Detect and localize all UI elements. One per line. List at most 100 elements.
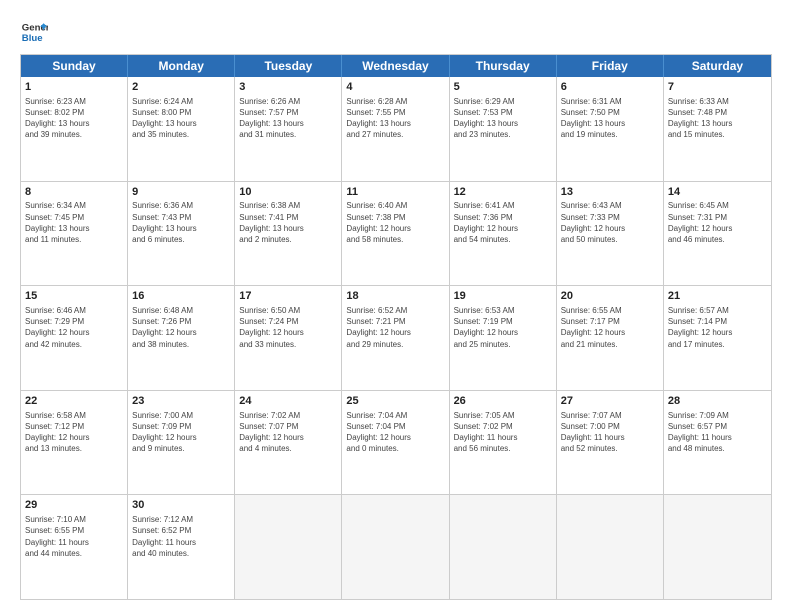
cell-info: Sunrise: 7:00 AMSunset: 7:09 PMDaylight:… — [132, 410, 230, 455]
cal-cell: 22Sunrise: 6:58 AMSunset: 7:12 PMDayligh… — [21, 391, 128, 495]
header-day-saturday: Saturday — [664, 55, 771, 77]
cal-cell — [450, 495, 557, 599]
cal-cell: 16Sunrise: 6:48 AMSunset: 7:26 PMDayligh… — [128, 286, 235, 390]
cell-info: Sunrise: 6:38 AMSunset: 7:41 PMDaylight:… — [239, 200, 337, 245]
week-row-4: 22Sunrise: 6:58 AMSunset: 7:12 PMDayligh… — [21, 391, 771, 496]
cal-cell — [342, 495, 449, 599]
day-number: 30 — [132, 498, 230, 513]
cell-info: Sunrise: 6:48 AMSunset: 7:26 PMDaylight:… — [132, 305, 230, 350]
cell-info: Sunrise: 7:02 AMSunset: 7:07 PMDaylight:… — [239, 410, 337, 455]
header-day-friday: Friday — [557, 55, 664, 77]
cell-info: Sunrise: 6:55 AMSunset: 7:17 PMDaylight:… — [561, 305, 659, 350]
day-number: 5 — [454, 80, 552, 95]
cell-info: Sunrise: 6:29 AMSunset: 7:53 PMDaylight:… — [454, 96, 552, 141]
day-number: 22 — [25, 394, 123, 409]
cal-cell: 15Sunrise: 6:46 AMSunset: 7:29 PMDayligh… — [21, 286, 128, 390]
cell-info: Sunrise: 7:05 AMSunset: 7:02 PMDaylight:… — [454, 410, 552, 455]
cal-cell — [557, 495, 664, 599]
calendar-body: 1Sunrise: 6:23 AMSunset: 8:02 PMDaylight… — [21, 77, 771, 599]
cal-cell: 13Sunrise: 6:43 AMSunset: 7:33 PMDayligh… — [557, 182, 664, 286]
cell-info: Sunrise: 6:23 AMSunset: 8:02 PMDaylight:… — [25, 96, 123, 141]
day-number: 29 — [25, 498, 123, 513]
header-day-thursday: Thursday — [450, 55, 557, 77]
cell-info: Sunrise: 6:26 AMSunset: 7:57 PMDaylight:… — [239, 96, 337, 141]
cal-cell: 9Sunrise: 6:36 AMSunset: 7:43 PMDaylight… — [128, 182, 235, 286]
cell-info: Sunrise: 7:09 AMSunset: 6:57 PMDaylight:… — [668, 410, 767, 455]
cal-cell — [235, 495, 342, 599]
cal-cell: 2Sunrise: 6:24 AMSunset: 8:00 PMDaylight… — [128, 77, 235, 181]
cell-info: Sunrise: 6:58 AMSunset: 7:12 PMDaylight:… — [25, 410, 123, 455]
day-number: 21 — [668, 289, 767, 304]
cell-info: Sunrise: 7:10 AMSunset: 6:55 PMDaylight:… — [25, 514, 123, 559]
day-number: 3 — [239, 80, 337, 95]
cell-info: Sunrise: 6:41 AMSunset: 7:36 PMDaylight:… — [454, 200, 552, 245]
cal-cell: 5Sunrise: 6:29 AMSunset: 7:53 PMDaylight… — [450, 77, 557, 181]
day-number: 16 — [132, 289, 230, 304]
cal-cell: 3Sunrise: 6:26 AMSunset: 7:57 PMDaylight… — [235, 77, 342, 181]
day-number: 23 — [132, 394, 230, 409]
day-number: 10 — [239, 185, 337, 200]
day-number: 26 — [454, 394, 552, 409]
cal-cell — [664, 495, 771, 599]
cal-cell: 27Sunrise: 7:07 AMSunset: 7:00 PMDayligh… — [557, 391, 664, 495]
cal-cell: 10Sunrise: 6:38 AMSunset: 7:41 PMDayligh… — [235, 182, 342, 286]
day-number: 28 — [668, 394, 767, 409]
cell-info: Sunrise: 6:33 AMSunset: 7:48 PMDaylight:… — [668, 96, 767, 141]
day-number: 12 — [454, 185, 552, 200]
cell-info: Sunrise: 6:31 AMSunset: 7:50 PMDaylight:… — [561, 96, 659, 141]
day-number: 24 — [239, 394, 337, 409]
header-day-wednesday: Wednesday — [342, 55, 449, 77]
cal-cell: 21Sunrise: 6:57 AMSunset: 7:14 PMDayligh… — [664, 286, 771, 390]
day-number: 13 — [561, 185, 659, 200]
cal-cell: 8Sunrise: 6:34 AMSunset: 7:45 PMDaylight… — [21, 182, 128, 286]
cell-info: Sunrise: 6:34 AMSunset: 7:45 PMDaylight:… — [25, 200, 123, 245]
cell-info: Sunrise: 6:50 AMSunset: 7:24 PMDaylight:… — [239, 305, 337, 350]
header: General Blue — [20, 18, 772, 46]
logo: General Blue — [20, 18, 52, 46]
cell-info: Sunrise: 6:45 AMSunset: 7:31 PMDaylight:… — [668, 200, 767, 245]
day-number: 17 — [239, 289, 337, 304]
cal-cell: 6Sunrise: 6:31 AMSunset: 7:50 PMDaylight… — [557, 77, 664, 181]
day-number: 18 — [346, 289, 444, 304]
cal-cell: 24Sunrise: 7:02 AMSunset: 7:07 PMDayligh… — [235, 391, 342, 495]
cal-cell: 18Sunrise: 6:52 AMSunset: 7:21 PMDayligh… — [342, 286, 449, 390]
calendar-header-row: SundayMondayTuesdayWednesdayThursdayFrid… — [21, 55, 771, 77]
day-number: 25 — [346, 394, 444, 409]
cell-info: Sunrise: 7:07 AMSunset: 7:00 PMDaylight:… — [561, 410, 659, 455]
cal-cell: 19Sunrise: 6:53 AMSunset: 7:19 PMDayligh… — [450, 286, 557, 390]
day-number: 8 — [25, 185, 123, 200]
day-number: 20 — [561, 289, 659, 304]
cell-info: Sunrise: 6:53 AMSunset: 7:19 PMDaylight:… — [454, 305, 552, 350]
cal-cell: 25Sunrise: 7:04 AMSunset: 7:04 PMDayligh… — [342, 391, 449, 495]
cal-cell: 1Sunrise: 6:23 AMSunset: 8:02 PMDaylight… — [21, 77, 128, 181]
day-number: 27 — [561, 394, 659, 409]
cell-info: Sunrise: 7:04 AMSunset: 7:04 PMDaylight:… — [346, 410, 444, 455]
cal-cell: 17Sunrise: 6:50 AMSunset: 7:24 PMDayligh… — [235, 286, 342, 390]
header-day-tuesday: Tuesday — [235, 55, 342, 77]
day-number: 7 — [668, 80, 767, 95]
day-number: 4 — [346, 80, 444, 95]
day-number: 9 — [132, 185, 230, 200]
day-number: 1 — [25, 80, 123, 95]
cell-info: Sunrise: 6:52 AMSunset: 7:21 PMDaylight:… — [346, 305, 444, 350]
cal-cell: 28Sunrise: 7:09 AMSunset: 6:57 PMDayligh… — [664, 391, 771, 495]
logo-icon: General Blue — [20, 18, 48, 46]
day-number: 14 — [668, 185, 767, 200]
cell-info: Sunrise: 6:40 AMSunset: 7:38 PMDaylight:… — [346, 200, 444, 245]
day-number: 6 — [561, 80, 659, 95]
day-number: 19 — [454, 289, 552, 304]
cal-cell: 4Sunrise: 6:28 AMSunset: 7:55 PMDaylight… — [342, 77, 449, 181]
cell-info: Sunrise: 7:12 AMSunset: 6:52 PMDaylight:… — [132, 514, 230, 559]
day-number: 2 — [132, 80, 230, 95]
calendar-page: General Blue SundayMondayTuesdayWednesda… — [0, 0, 792, 612]
cal-cell: 29Sunrise: 7:10 AMSunset: 6:55 PMDayligh… — [21, 495, 128, 599]
cal-cell: 30Sunrise: 7:12 AMSunset: 6:52 PMDayligh… — [128, 495, 235, 599]
cal-cell: 14Sunrise: 6:45 AMSunset: 7:31 PMDayligh… — [664, 182, 771, 286]
cal-cell: 7Sunrise: 6:33 AMSunset: 7:48 PMDaylight… — [664, 77, 771, 181]
week-row-3: 15Sunrise: 6:46 AMSunset: 7:29 PMDayligh… — [21, 286, 771, 391]
cal-cell: 20Sunrise: 6:55 AMSunset: 7:17 PMDayligh… — [557, 286, 664, 390]
cell-info: Sunrise: 6:28 AMSunset: 7:55 PMDaylight:… — [346, 96, 444, 141]
cal-cell: 26Sunrise: 7:05 AMSunset: 7:02 PMDayligh… — [450, 391, 557, 495]
week-row-5: 29Sunrise: 7:10 AMSunset: 6:55 PMDayligh… — [21, 495, 771, 599]
day-number: 15 — [25, 289, 123, 304]
